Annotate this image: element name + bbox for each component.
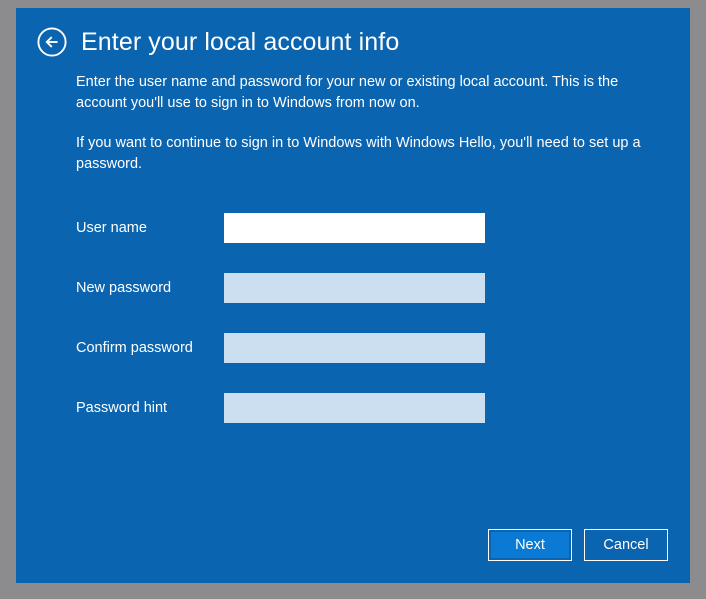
cancel-button[interactable]: Cancel	[584, 529, 668, 561]
intro-paragraph-2: If you want to continue to sign in to Wi…	[76, 135, 641, 172]
dialog-footer: Next Cancel	[488, 529, 668, 561]
new-password-input[interactable]	[224, 273, 485, 303]
label-user-name: User name	[76, 220, 147, 236]
label-new-password: New password	[76, 280, 172, 296]
password-hint-input[interactable]	[224, 393, 485, 423]
next-button[interactable]: Next	[488, 529, 572, 561]
account-form: User name New password Confirm password …	[76, 213, 556, 423]
page-title: Enter your local account info	[81, 27, 400, 56]
next-button-label: Next	[489, 530, 571, 560]
field-row-password-hint: Password hint	[76, 393, 556, 423]
back-arrow-circle-icon[interactable]	[36, 26, 68, 58]
confirm-password-input[interactable]	[224, 333, 485, 363]
dialog-header: Enter your local account info	[36, 26, 399, 58]
local-account-dialog: Enter your local account info Enter the …	[16, 8, 690, 583]
cancel-button-label: Cancel	[603, 536, 649, 553]
field-row-user-name: User name	[76, 213, 556, 243]
label-confirm-password: Confirm password	[76, 340, 193, 356]
intro-paragraph-1: Enter the user name and password for you…	[76, 74, 619, 111]
field-row-confirm-password: Confirm password	[76, 333, 556, 363]
user-name-input[interactable]	[224, 213, 485, 243]
field-row-new-password: New password	[76, 273, 556, 303]
label-password-hint: Password hint	[76, 400, 168, 416]
